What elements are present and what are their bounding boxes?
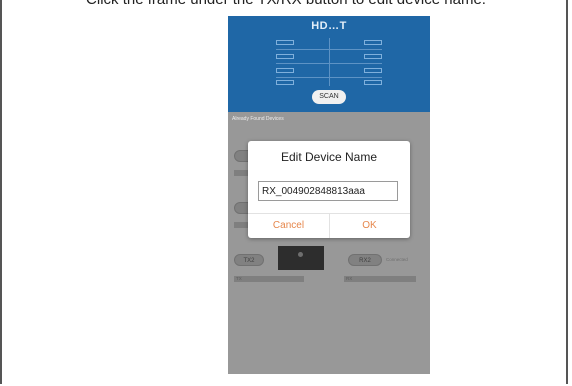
node-icon: [364, 40, 382, 45]
app-header: HD…T SCAN: [228, 16, 430, 112]
link-line: [329, 38, 330, 86]
scan-button[interactable]: SCAN: [312, 90, 346, 104]
node-icon: [364, 68, 382, 73]
instruction-text: Click the frame under the TX/RX button t…: [0, 0, 572, 8]
node-icon: [364, 80, 382, 85]
ok-button[interactable]: OK: [329, 214, 410, 238]
edit-device-name-dialog: Edit Device Name Cancel OK: [248, 141, 410, 238]
node-icon: [276, 80, 294, 85]
node-icon: [276, 54, 294, 59]
node-icon: [276, 40, 294, 45]
node-icon: [364, 54, 382, 59]
network-diagram-icon: [276, 36, 382, 88]
device-name-input[interactable]: [258, 181, 398, 201]
dialog-title: Edit Device Name: [280, 150, 378, 164]
section-label: Already Found Devices: [232, 116, 284, 122]
cancel-button[interactable]: Cancel: [248, 214, 329, 238]
app-logo: HD…T: [311, 20, 347, 32]
node-icon: [276, 68, 294, 73]
